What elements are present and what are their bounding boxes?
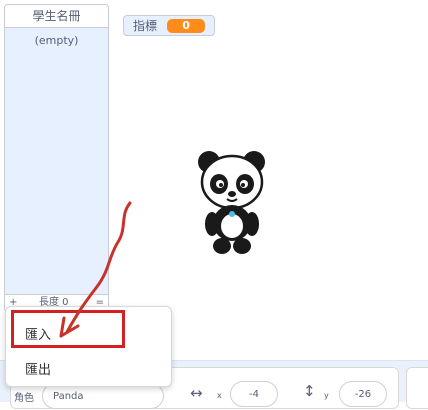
import-highlight-box xyxy=(11,310,125,348)
x-position-input[interactable]: -4 xyxy=(230,381,278,407)
vertical-arrow-icon: ↕ xyxy=(303,382,316,400)
list-monitor[interactable]: 學生名冊 (empty) + 長度 0 = xyxy=(4,4,109,312)
variable-monitor[interactable]: 指標 0 xyxy=(123,15,215,36)
x-label: x xyxy=(217,391,222,400)
menu-item-export[interactable]: 匯出 xyxy=(6,354,171,380)
horizontal-arrows-icon: ↔ xyxy=(190,384,203,402)
panda-sprite[interactable] xyxy=(196,150,268,258)
y-label: y xyxy=(324,391,329,400)
list-empty-text: (empty) xyxy=(34,34,79,47)
variable-label: 指標 xyxy=(133,19,158,33)
variable-value: 0 xyxy=(167,18,206,33)
sprite-label: 角色 xyxy=(14,393,34,404)
side-panel xyxy=(406,367,428,409)
export-label: 匯出 xyxy=(25,363,52,378)
list-title: 學生名冊 xyxy=(5,5,108,28)
y-position-input[interactable]: -26 xyxy=(339,381,387,407)
